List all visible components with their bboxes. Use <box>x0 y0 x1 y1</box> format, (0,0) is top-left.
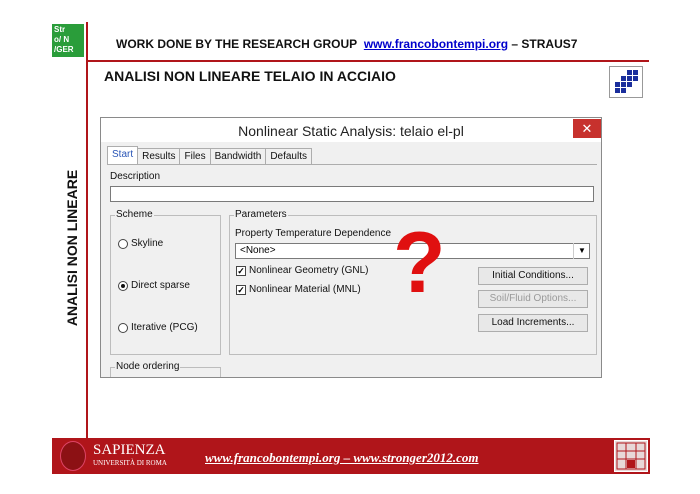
mnl-checkbox[interactable]: ✓ <box>236 285 246 295</box>
university-subtitle: UNIVERSITÀ DI ROMA <box>93 459 167 467</box>
straus7-grid-icon <box>609 66 643 98</box>
direct-sparse-label: Direct sparse <box>131 280 190 291</box>
fbo-logo-icon <box>614 440 648 472</box>
radio-direct-sparse[interactable] <box>118 281 128 291</box>
left-divider <box>86 22 88 440</box>
tab-files[interactable]: Files <box>179 148 211 164</box>
header-divider <box>86 60 649 62</box>
scheme-legend: Scheme <box>115 209 154 220</box>
side-label: ANALISI NON LINEARE <box>64 169 80 327</box>
tab-divider <box>107 164 597 165</box>
tab-results[interactable]: Results <box>137 148 181 164</box>
mnl-label: Nonlinear Material (MNL) <box>249 284 361 295</box>
iterative-label: Iterative (PCG) <box>131 322 198 333</box>
parameters-legend: Parameters <box>234 209 288 220</box>
nonlinear-static-dialog: Nonlinear Static Analysis: telaio el-pl … <box>100 117 602 378</box>
tab-strip: Start Results Files Bandwidth Defaults <box>107 146 312 164</box>
tab-start[interactable]: Start <box>107 146 139 164</box>
dialog-title: Nonlinear Static Analysis: telaio el-pl <box>238 123 464 139</box>
header-link[interactable]: www.francobontempi.org <box>364 37 508 51</box>
node-ordering-legend: Node ordering <box>115 361 181 372</box>
university-name: SAPIENZA <box>93 442 166 458</box>
footer-links[interactable]: www.francobontempi.org – www.stronger201… <box>205 450 479 466</box>
close-button[interactable]: ✕ <box>573 119 601 138</box>
chevron-down-icon[interactable]: ▼ <box>573 243 590 259</box>
ptd-label: Property Temperature Dependence <box>235 228 392 239</box>
tab-bandwidth[interactable]: Bandwidth <box>209 148 267 164</box>
gnl-label: Nonlinear Geometry (GNL) <box>249 265 369 276</box>
slide-subtitle: ANALISI NON LINEARE TELAIO IN ACCIAIO <box>104 68 396 84</box>
tab-defaults[interactable]: Defaults <box>265 148 312 164</box>
description-label: Description <box>110 171 161 182</box>
description-input[interactable] <box>110 186 594 202</box>
stronger-logo: Str o/ N /GER <box>52 24 84 57</box>
skyline-label: Skyline <box>131 238 164 249</box>
radio-iterative-pcg[interactable] <box>118 323 128 333</box>
gnl-checkbox[interactable]: ✓ <box>236 266 246 276</box>
question-mark-annotation: ? <box>393 215 446 311</box>
soil-fluid-options-button[interactable]: Soil/Fluid Options... <box>478 290 588 308</box>
initial-conditions-button[interactable]: Initial Conditions... <box>478 267 588 285</box>
sapienza-seal-icon <box>60 441 86 471</box>
load-increments-button[interactable]: Load Increments... <box>478 314 588 332</box>
page-header: WORK DONE BY THE RESEARCH GROUP www.fran… <box>116 37 578 51</box>
radio-skyline[interactable] <box>118 239 128 249</box>
